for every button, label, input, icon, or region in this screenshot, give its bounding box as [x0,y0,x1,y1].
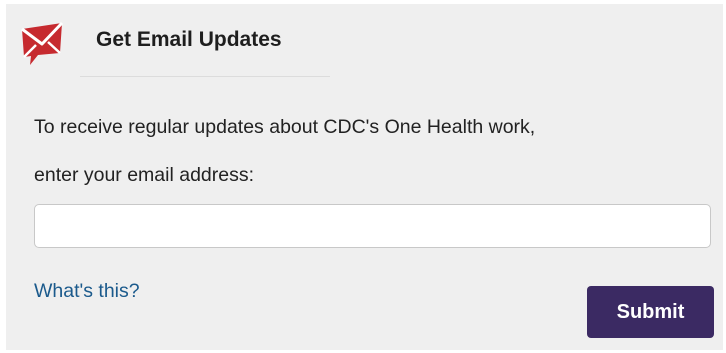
email-input[interactable] [34,204,711,248]
panel-header: Get Email Updates [6,4,336,76]
instructions-text: To receive regular updates about CDC's O… [34,103,704,199]
submit-button[interactable]: Submit [587,286,714,338]
instructions-line-1: To receive regular updates about CDC's O… [34,116,536,138]
whats-this-link[interactable]: What's this? [34,280,140,303]
instructions-line-2: enter your email address: [34,164,255,186]
panel-title: Get Email Updates [96,28,282,51]
envelope-icon [18,19,66,67]
header-divider [80,76,330,77]
email-updates-panel: Get Email Updates To receive regular upd… [6,4,723,350]
